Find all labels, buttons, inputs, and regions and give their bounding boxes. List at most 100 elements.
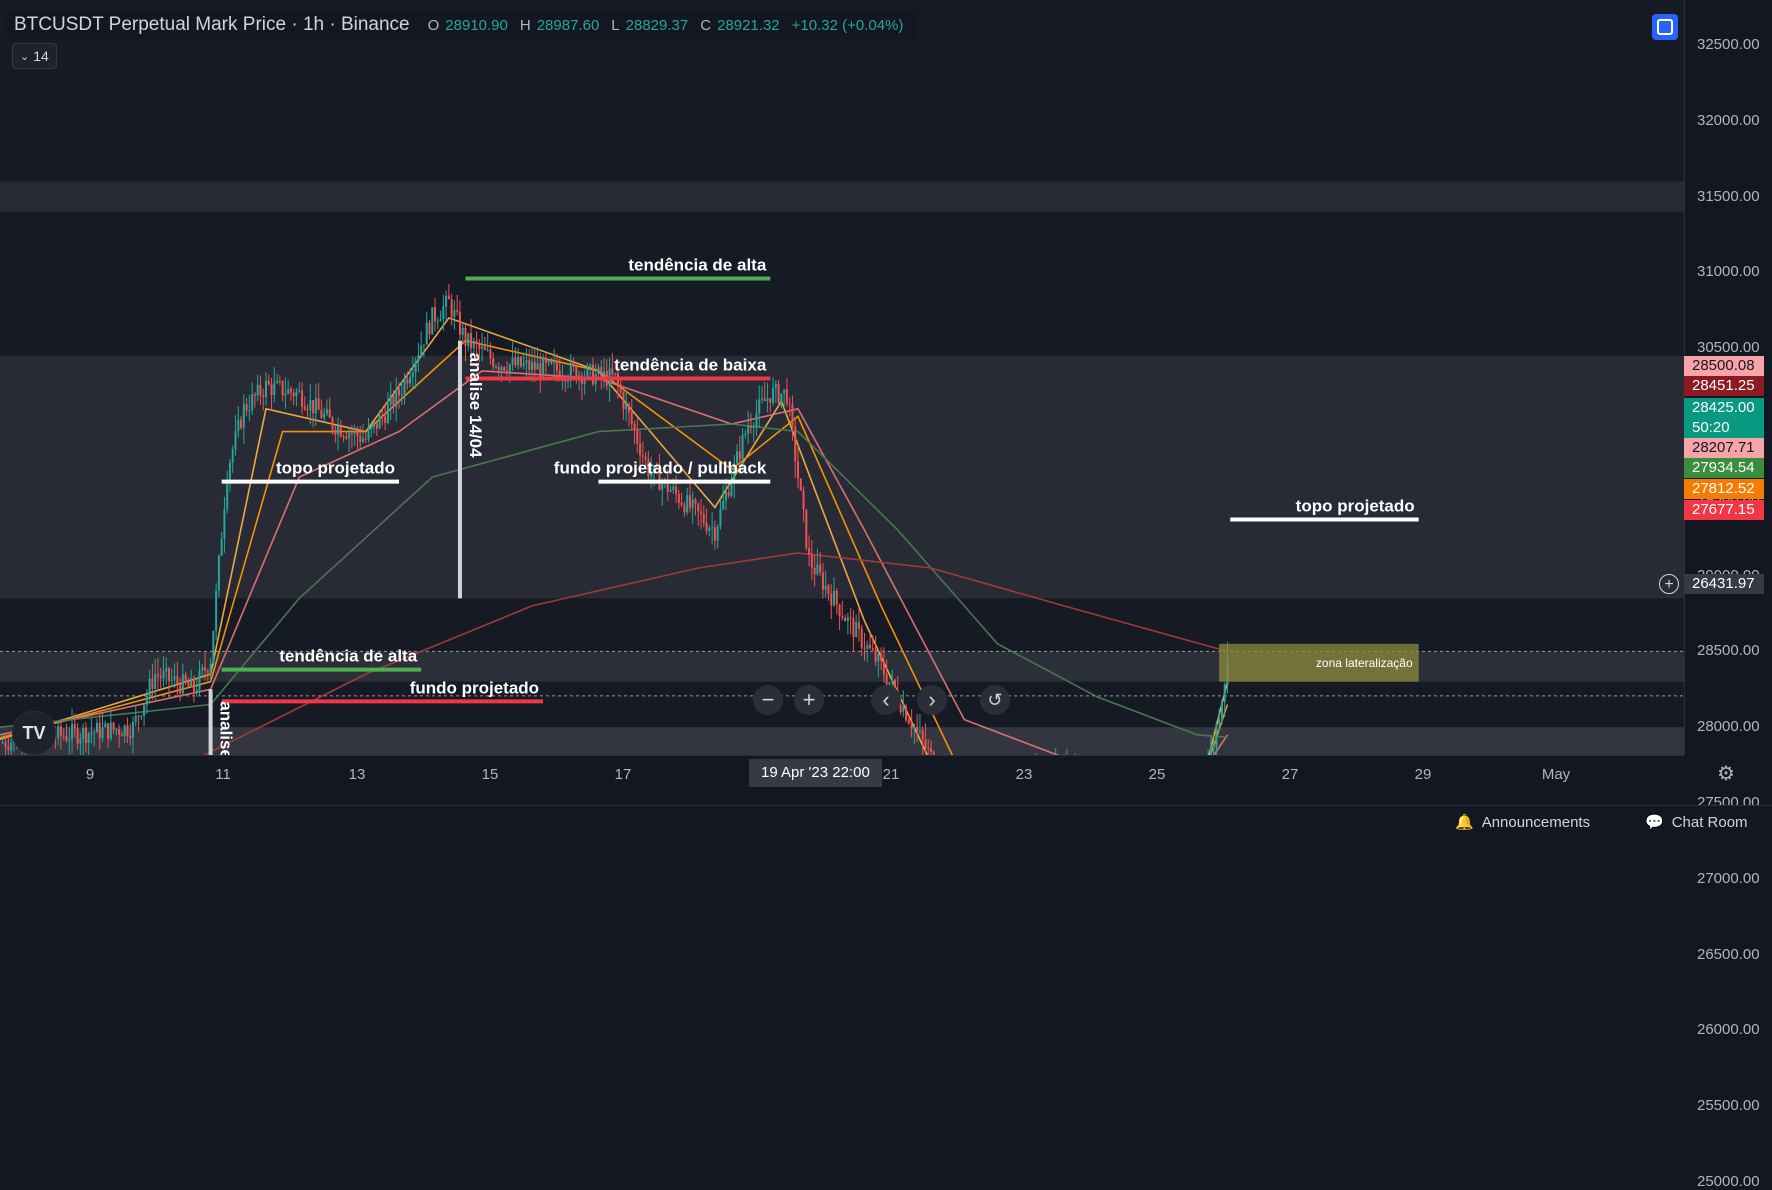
tradingview-logo[interactable]: TV [12, 711, 56, 755]
candle-body [57, 726, 60, 738]
candle-body [500, 367, 503, 371]
candle-body [589, 364, 592, 367]
candle-body [361, 438, 364, 442]
candle-body [805, 509, 808, 548]
candle-body [533, 361, 536, 370]
scroll-left-button[interactable]: ‹ [871, 685, 901, 715]
candle-body [511, 357, 514, 365]
scroll-right-button[interactable]: › [917, 685, 947, 715]
candle-body [891, 679, 894, 683]
candle-body [450, 299, 453, 317]
candle-body [334, 429, 337, 435]
candle-body [364, 438, 367, 440]
add-alert-plus-icon[interactable]: + [1659, 574, 1679, 594]
candle-body [265, 380, 267, 397]
candle-body [711, 527, 714, 529]
candle-body [154, 674, 157, 689]
chat-room-link[interactable]: 💬 Chat Room [1645, 813, 1748, 832]
candle-body [312, 400, 315, 414]
price-badge: 50:20 [1684, 418, 1764, 438]
sync-button[interactable] [1652, 14, 1678, 40]
candle-body [71, 724, 74, 740]
candle-body [871, 647, 874, 650]
candle-body [1215, 724, 1218, 748]
candle-body [830, 593, 833, 606]
candle-body [248, 410, 251, 412]
price-scale-label: 26000.00 [1697, 1021, 1760, 1039]
candle-body [137, 715, 140, 717]
chevron-right-icon: › [928, 687, 936, 712]
candle-body [215, 590, 218, 631]
candle-body [921, 730, 924, 740]
candle-body [902, 706, 905, 713]
candle-body [910, 723, 913, 729]
candle-body [774, 383, 777, 388]
candle-body [472, 340, 475, 349]
indicators-toggle[interactable]: ⌄ 14 [12, 43, 57, 69]
price-scale-label: 28000.00 [1697, 718, 1760, 736]
candle-body [755, 413, 758, 427]
candle-body [348, 433, 351, 439]
candle-body [780, 393, 783, 403]
price-badge: 28207.71 [1684, 438, 1764, 458]
candle-body [431, 307, 434, 335]
indicator-count: 14 [33, 48, 49, 64]
candle-body [98, 722, 101, 739]
candle-body [237, 419, 240, 431]
candle-body [758, 399, 761, 414]
candle-body [841, 616, 844, 618]
candle-body [705, 523, 708, 532]
price-chart[interactable]: zona lateralização topo projetado tendênci… [0, 0, 1684, 755]
candle-body [874, 649, 877, 662]
settings-gear-icon[interactable]: ⚙ [1717, 761, 1735, 786]
candle-body [481, 346, 484, 349]
bottom-bar: 🔔 Announcements 💬 Chat Room [0, 805, 1772, 838]
candle-body [708, 528, 711, 532]
high-key: H [519, 16, 531, 34]
bell-icon: 🔔 [1455, 814, 1474, 831]
zoom-in-button[interactable]: + [794, 685, 824, 715]
time-scale-label: May [1541, 766, 1571, 783]
announcements-link[interactable]: 🔔 Announcements [1455, 813, 1590, 832]
candle-body [370, 426, 373, 430]
candle-body [173, 676, 176, 680]
candle-body [716, 526, 719, 541]
candle-body [766, 398, 769, 402]
candle-body [727, 492, 730, 496]
candle-body [916, 726, 919, 731]
candle-body [680, 502, 683, 505]
candle-body [187, 682, 190, 687]
candle-body [813, 567, 816, 575]
time-scale[interactable]: 19 Apr '23 22:00 9 11 13 15 17 21 23 25 27 29 May [0, 755, 1684, 792]
candle-body [201, 667, 204, 671]
candle-body [517, 356, 520, 366]
candle-body [547, 360, 550, 363]
candle-body [821, 572, 824, 590]
candle-body [641, 455, 644, 457]
chart-pane[interactable]: zona lateralização topo projetado tendênci… [0, 0, 1684, 755]
time-scale-label: 11 [215, 766, 231, 783]
candle-body [475, 340, 478, 344]
candle-body [132, 722, 134, 738]
price-scale-label: 25500.00 [1697, 1097, 1760, 1115]
candle-body [359, 436, 362, 442]
candle-body [486, 349, 489, 351]
candle-body [226, 479, 229, 509]
candle-body [627, 404, 630, 413]
candle-body [109, 722, 112, 739]
candle-body [425, 322, 428, 345]
symbol-title[interactable]: BTCUSDT Perpetual Mark Price · 1h · Bina… [14, 14, 410, 36]
candle-body [777, 383, 780, 403]
candle-body [240, 419, 243, 428]
candle-body [1220, 701, 1223, 720]
low-value: 28829.37 [625, 16, 689, 34]
zoom-out-button[interactable]: − [753, 685, 783, 715]
candle-body [661, 482, 664, 490]
reset-chart-button[interactable]: ↺ [980, 685, 1010, 715]
candle-body [719, 509, 722, 527]
analysis-marker-label-0: analise 10/04 [217, 701, 236, 755]
symbol-legend[interactable]: BTCUSDT Perpetual Mark Price · 1h · Bina… [6, 11, 918, 39]
price-badge: 28425.00 [1684, 398, 1764, 418]
candle-body [844, 617, 847, 622]
candle-body [342, 436, 345, 438]
